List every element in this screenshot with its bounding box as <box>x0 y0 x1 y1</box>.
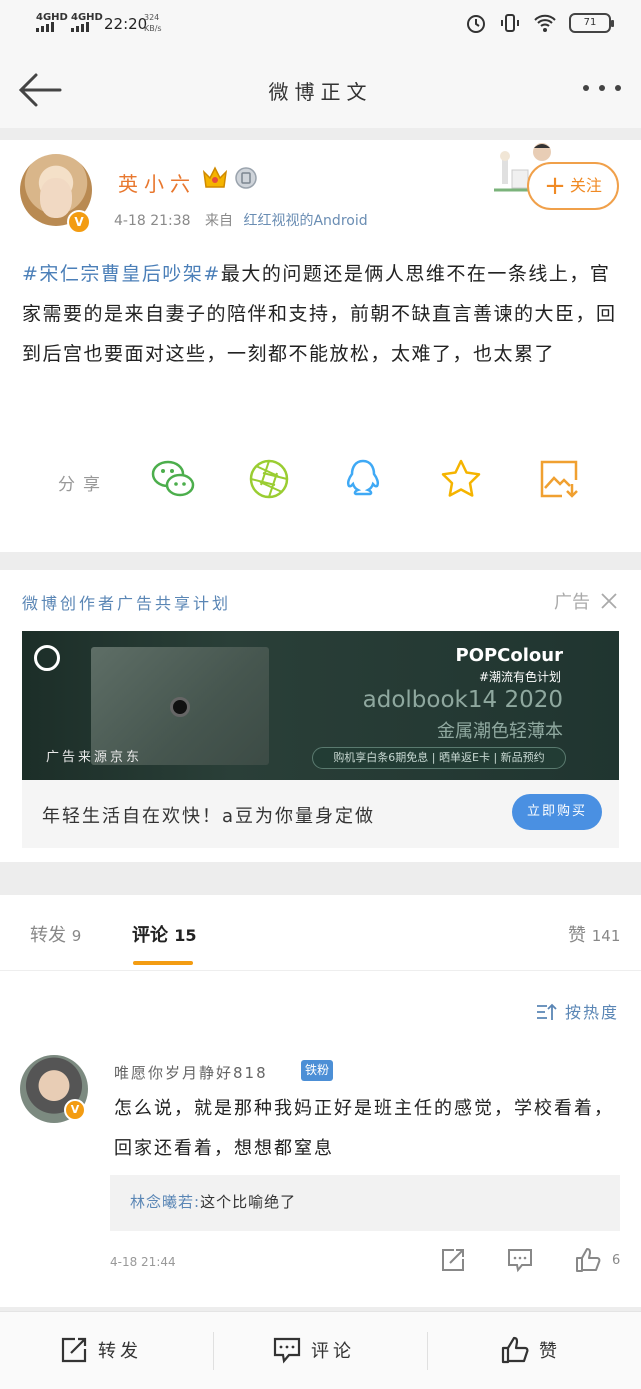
tab-comments-count: 15 <box>174 926 197 945</box>
comment-button[interactable]: 评论 <box>273 1336 355 1364</box>
like-icon <box>501 1336 529 1364</box>
ad-tagline: #潮流有色计划 <box>478 670 561 684</box>
ad-source: 广告来源京东 <box>46 750 143 765</box>
post-meta: 4-18 21:38 来自 红红视视的Android <box>114 210 368 230</box>
author-name[interactable]: 英小六 <box>118 168 196 197</box>
comment-reply-preview[interactable]: 林念曦若:这个比喻绝了 <box>110 1175 620 1231</box>
ad-footer-text: 年轻生活自在欢快！a豆为你量身定做 <box>42 806 376 827</box>
ad-program-title[interactable]: 微博创作者广告共享计划 <box>22 590 231 614</box>
tab-repost-label: 转发 <box>30 925 66 946</box>
comment-time: 4-18 21:44 <box>110 1255 176 1269</box>
post-source-prefix: 来自 <box>205 213 234 229</box>
network-speed-value: 324 <box>144 13 160 22</box>
comments-section: 转发 9 评论 15 赞 141 按热度 V 唯愿你岁月静好818 铁粉 怎么说… <box>0 895 641 1307</box>
moments-icon[interactable] <box>246 456 292 502</box>
ad-footer[interactable]: 年轻生活自在欢快！a豆为你量身定做 立即购买 <box>22 780 619 848</box>
qq-icon[interactable] <box>340 456 386 502</box>
more-options-icon[interactable] <box>583 85 621 91</box>
repost-button[interactable]: 转发 <box>60 1336 142 1364</box>
ad-card: 微博创作者广告共享计划 广告 POPColour #潮流有色计划 adolboo… <box>0 570 641 862</box>
reply-username[interactable]: 林念曦若: <box>130 1193 200 1211</box>
post-source[interactable]: 红红视视的Android <box>243 213 367 229</box>
comment-like-count: 6 <box>612 1253 621 1268</box>
like-comment-icon[interactable] <box>575 1247 601 1273</box>
signal-icon-1 <box>36 22 54 32</box>
sort-by-hot[interactable]: 按热度 <box>536 999 619 1023</box>
ad-model: adolbook14 2020 <box>362 687 563 713</box>
like-button[interactable]: 赞 <box>501 1336 561 1364</box>
divider <box>427 1332 428 1370</box>
alarm-icon <box>467 15 485 33</box>
network-speed-unit: KB/s <box>144 24 162 33</box>
buy-now-button[interactable]: 立即购买 <box>512 794 602 830</box>
share-row: 分享 <box>0 456 641 504</box>
tab-repost-count: 9 <box>71 927 82 945</box>
comment-tabs: 转发 9 评论 15 赞 141 <box>0 895 641 971</box>
ad-brand: POPColour <box>455 645 564 666</box>
commenter-verified-icon: V <box>64 1099 86 1121</box>
battery-indicator: 71 <box>569 13 614 33</box>
sort-icon <box>536 1003 557 1020</box>
wechat-icon[interactable] <box>150 456 196 502</box>
ad-promo: 购机享白条6期免息 | 晒单返E卡 | 新品预约 <box>312 747 566 769</box>
ad-slogan: 金属潮色轻薄本 <box>437 721 563 742</box>
commenter-name[interactable]: 唯愿你岁月静好818 <box>114 1062 268 1083</box>
divider <box>213 1332 214 1370</box>
follow-button[interactable]: + 关注 <box>527 162 619 210</box>
tab-comments-label: 评论 <box>132 925 168 946</box>
plus-icon: + <box>544 171 566 201</box>
comment-label: 评论 <box>311 1341 355 1362</box>
clock: 22:20 <box>104 15 148 33</box>
active-tab-indicator <box>133 961 193 965</box>
medal-icon <box>235 167 257 189</box>
tab-likes-label: 赞 <box>568 925 586 946</box>
reply-comment-icon[interactable] <box>507 1247 533 1273</box>
comment-text: 怎么说，就是那种我妈正好是班主任的感觉，学校看着，回家还看着，想想都窒息 <box>114 1098 614 1159</box>
repost-label: 转发 <box>98 1341 142 1362</box>
signal-icon-2 <box>71 22 89 32</box>
tab-repost[interactable]: 转发 9 <box>30 921 81 947</box>
verified-badge-icon: V <box>67 210 91 234</box>
reply-text: 这个比喻绝了 <box>200 1193 297 1211</box>
brand-logo-icon <box>34 645 60 671</box>
tab-comments[interactable]: 评论 15 <box>132 921 197 947</box>
hashtag-link[interactable]: #宋仁宗曹皇后吵架# <box>22 263 221 285</box>
comment-icon <box>273 1337 301 1364</box>
crown-icon <box>202 166 228 188</box>
weibo-post: V 英小六 4-18 21:38 来自 红红视视的Android + 关注 #宋仁… <box>0 140 641 552</box>
like-label: 赞 <box>539 1341 561 1362</box>
post-body: #宋仁宗曹皇后吵架#最大的问题还是俩人思维不在一条线上，官家需要的是来自妻子的陪… <box>22 254 622 374</box>
laptop-logo-icon <box>170 697 190 717</box>
wifi-icon <box>534 14 556 32</box>
follow-label: 关注 <box>569 176 602 195</box>
tab-likes[interactable]: 赞 141 <box>568 921 620 947</box>
sort-label: 按热度 <box>564 1003 619 1022</box>
top-nav-bar: 微博正文 <box>0 52 641 128</box>
save-image-icon[interactable] <box>536 456 582 502</box>
share-label: 分享 <box>58 475 108 495</box>
bottom-action-bar: 转发 评论 赞 <box>0 1311 641 1389</box>
vibrate-icon <box>501 14 519 32</box>
favorite-star-icon[interactable] <box>438 456 484 502</box>
repost-icon <box>61 1337 87 1363</box>
page-title: 微博正文 <box>268 80 373 104</box>
tab-likes-count: 141 <box>591 927 621 945</box>
post-time: 4-18 21:38 <box>114 213 191 229</box>
share-comment-icon[interactable] <box>440 1247 466 1273</box>
close-icon[interactable] <box>600 592 618 610</box>
ad-label: 广告 <box>554 592 590 613</box>
network-speed: 324 KB/s <box>144 12 162 34</box>
ad-banner-image[interactable]: POPColour #潮流有色计划 adolbook14 2020 金属潮色轻薄… <box>22 631 619 780</box>
status-bar: 4GHD 4GHD 22:20 324 KB/s 71 <box>0 0 641 52</box>
fan-badge: 铁粉 <box>301 1060 334 1081</box>
